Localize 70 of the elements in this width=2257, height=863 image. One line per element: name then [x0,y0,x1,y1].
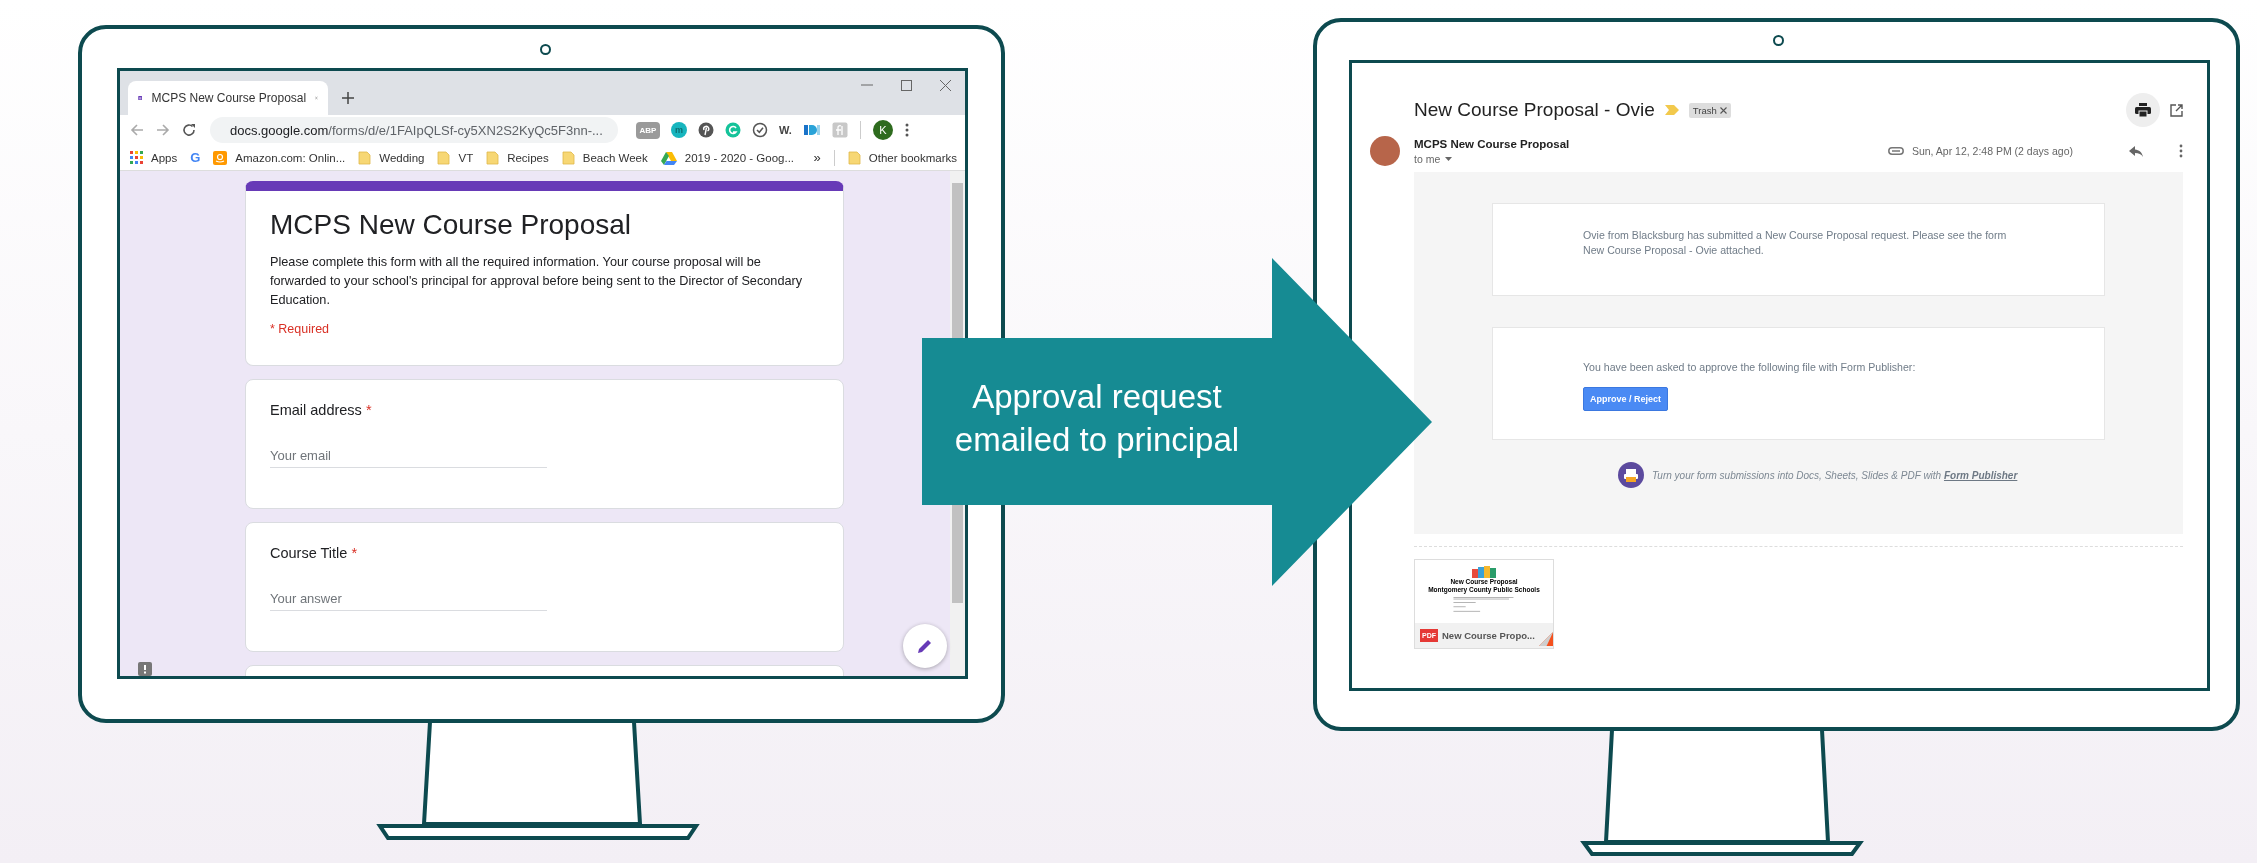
bookmark[interactable]: Apps [130,151,178,164]
answer-field[interactable]: Your email [270,444,547,468]
drive-icon [660,150,677,165]
page-icon [847,150,861,165]
page-icon [486,150,500,165]
form-description: Please complete this form with all the required information. Your course proposal will be forwarded to your school's principal for approval before being sent to the Director of Secondary Education. [270,254,804,309]
browser-tab[interactable]: MCPS New Course Proposal [128,81,328,115]
required-asterisk: * [365,402,372,418]
bookmark[interactable]: VT [437,150,474,165]
tab-title: MCPS New Course Proposal [151,91,307,105]
sender-name: MCPS New Course Proposal [1414,137,1570,150]
logo-blocks-icon [1472,566,1496,578]
apps-grid-icon [130,151,143,164]
address-field[interactable]: docs.google.com/forms/d/e/1FAIpQLSf-cy5XN2S2KyQc5F3nn-... [210,117,618,143]
required-note: * Required [270,322,331,336]
bookmark[interactable]: G [190,150,201,165]
reply-icon[interactable] [2129,145,2143,157]
promo-text: Turn your form submissions into Docs, Sheets, Slides & PDF with Form Publisher [1652,469,2018,481]
address-text: docs.google.com/forms/d/e/1FAIpQLSf-cy5XN2S2KyQc5F3nn-... [230,122,603,138]
page-icon [358,150,372,165]
check-circle-icon[interactable] [752,122,768,138]
extension-icon[interactable] [802,123,821,137]
email-date: Sun, Apr 12, 2:48 PM (2 days ago) [1911,145,2073,157]
form-title: MCPS New Course Proposal [270,209,633,241]
message-text: Ovie from Blacksburg has submitted a New Course Proposal request. Please see the form New Course Proposal - Ovie attached. [1583,228,2008,258]
question-label: Email address [270,402,362,418]
new-tab-icon[interactable] [342,92,354,104]
print-button[interactable] [2126,93,2160,127]
close-icon[interactable] [940,79,951,91]
label-chip[interactable]: Trash [1688,102,1731,118]
page-icon [561,150,575,165]
more-icon[interactable] [904,123,909,137]
folded-corner-icon [1538,630,1553,648]
more-icon[interactable] [2179,144,2183,158]
form-publisher-link[interactable]: Form Publisher [1943,469,2018,481]
pin-icon[interactable] [698,122,714,138]
caret-icon [1445,156,1453,161]
extension-icon[interactable]: W. [779,124,792,136]
maximize-icon[interactable] [901,79,912,91]
camera-dot [540,44,551,55]
page-icon [437,150,451,165]
printer-badge-icon [1618,462,1644,488]
arrow-label: Approval request [972,377,1222,417]
bookmark[interactable]: Beach Week [561,150,648,165]
camera-dot [1773,35,1784,46]
question-label: Course Title [270,545,348,561]
arrow-label: emailed to principal [954,420,1240,460]
bookmark[interactable]: Other bookmarks [847,150,957,165]
required-asterisk: * [351,545,358,561]
answer-field[interactable]: Your answer [270,587,547,611]
profile-avatar[interactable]: K [872,120,893,140]
email-subject: New Course Proposal - Ovie [1414,99,1655,121]
sender-avatar [1370,136,1400,166]
close-icon[interactable] [1719,106,1727,114]
amazon-icon [213,150,228,165]
open-in-new-window-icon[interactable] [2170,103,2183,117]
attachment-name: New Course Propo... [1442,630,1535,641]
recipient-dropdown[interactable]: to me [1414,152,1570,165]
overflow-chevron[interactable]: » [813,150,821,165]
reload-icon[interactable] [182,123,196,137]
bookmark[interactable]: Wedding [358,150,425,165]
approval-text: You have been asked to approve the following file with Form Publisher: [1583,360,1917,375]
feedback-icon[interactable] [138,662,152,676]
paperclip-icon [1887,147,1904,155]
pencil-icon [916,637,934,655]
bookmark[interactable]: 2019 - 2020 - Goog... [660,150,795,165]
bookmark[interactable]: Recipes [486,150,549,165]
bookmark[interactable]: Amazon.com: Onlin... [213,150,346,165]
edit-button[interactable] [903,624,947,668]
printer-icon [2135,103,2151,117]
